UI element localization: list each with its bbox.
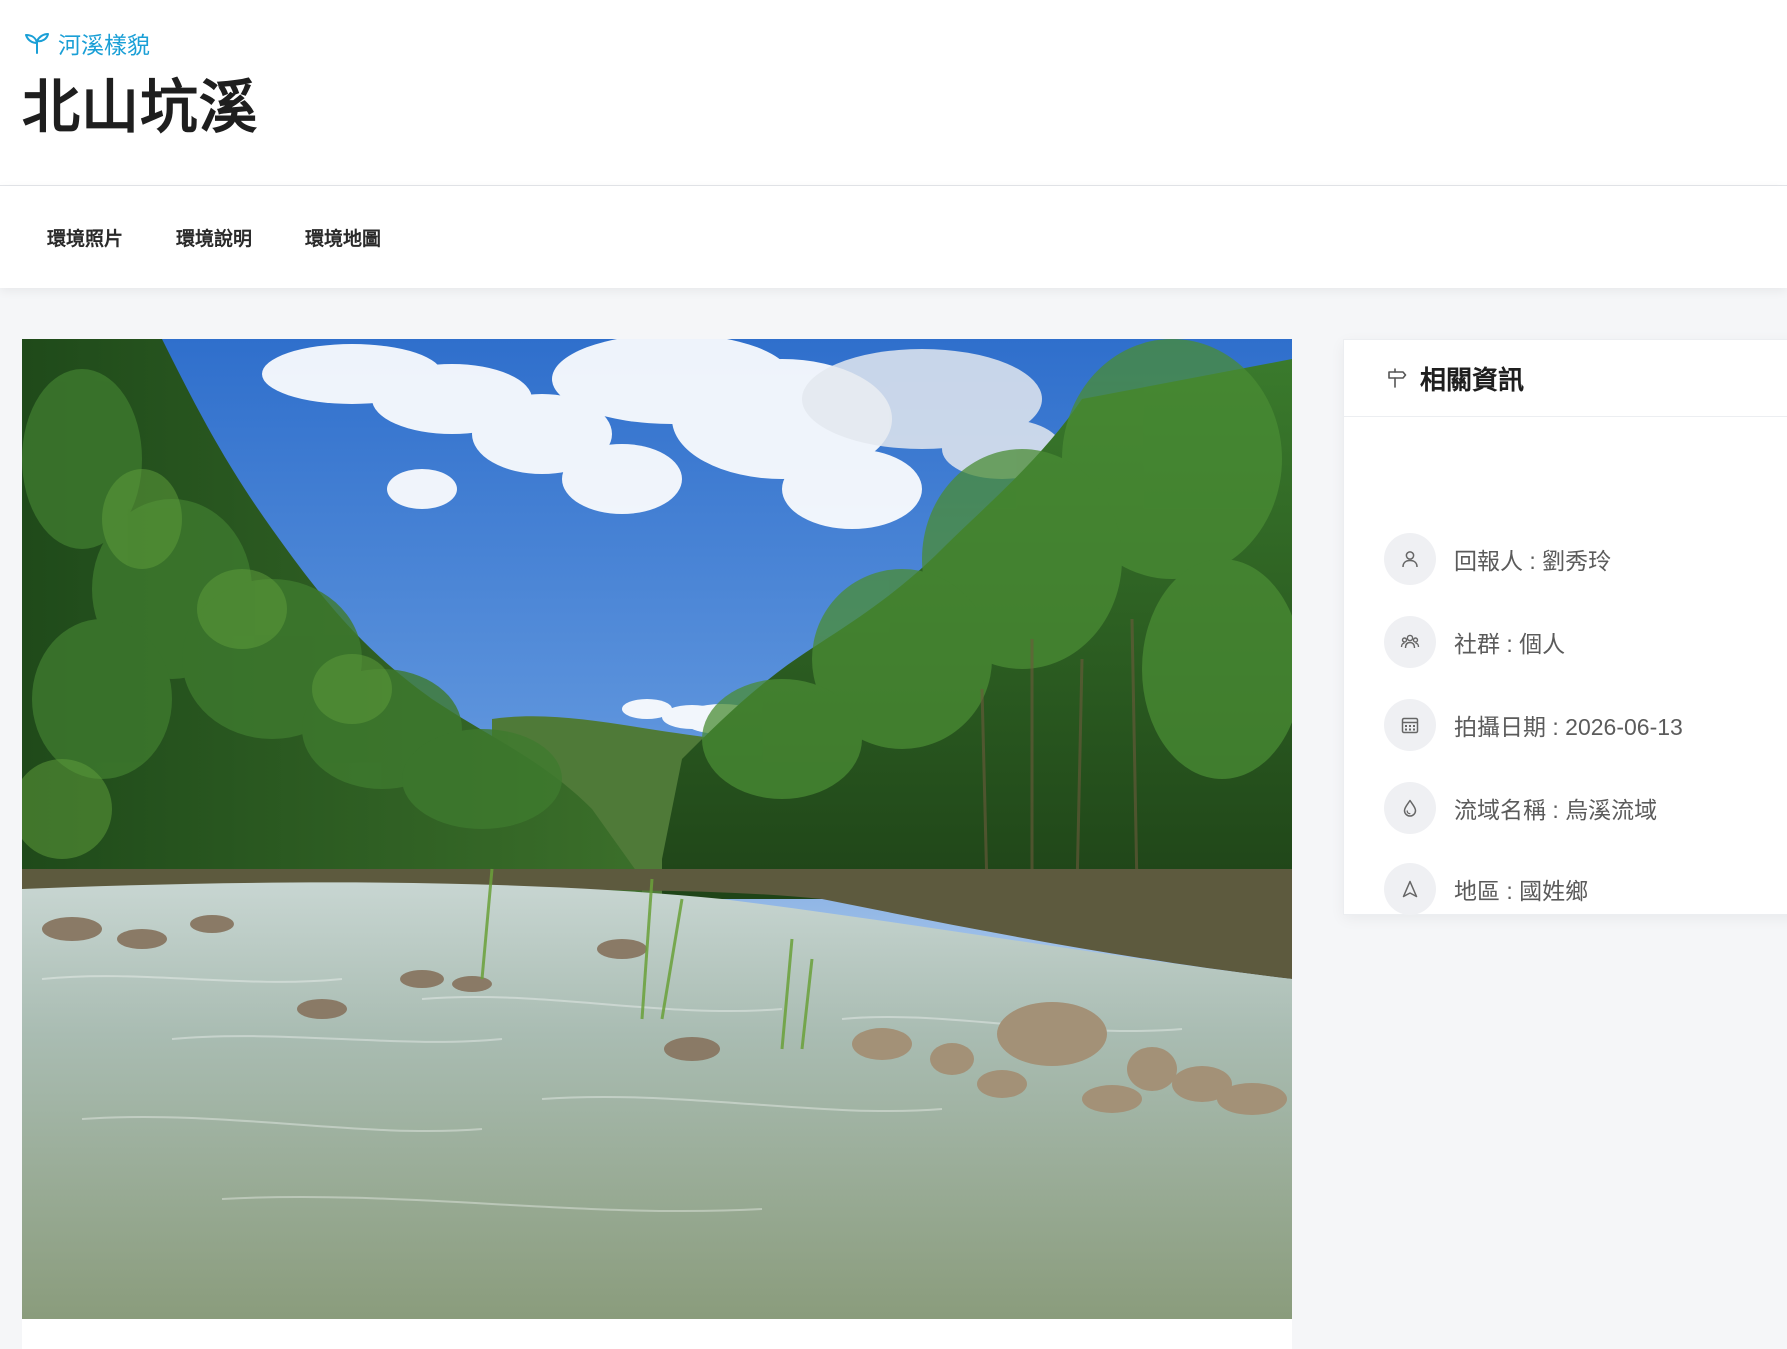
tab-environment-description[interactable]: 環境說明 <box>176 224 252 251</box>
page-title: 北山坑溪 <box>22 75 259 140</box>
photo-card <box>22 339 1292 1349</box>
group-icon <box>1400 634 1420 649</box>
navigation-icon <box>1402 880 1418 898</box>
river-plant-icon <box>25 33 49 54</box>
person-icon <box>1402 551 1418 568</box>
icon-circle <box>1384 616 1436 668</box>
related-info-title: 相關資訊 <box>1420 364 1525 395</box>
water-drop-icon <box>1403 799 1417 817</box>
tab-environment-map[interactable]: 環境地圖 <box>305 224 381 251</box>
icon-circle <box>1384 782 1436 834</box>
page-header: 河溪樣貌 北山坑溪 <box>0 0 1787 186</box>
category-label: 河溪樣貌 <box>58 32 150 58</box>
calendar-icon <box>1401 717 1419 734</box>
info-text-watershed: 流域名稱 : 烏溪流域 <box>1454 797 1658 823</box>
icon-circle <box>1384 863 1436 915</box>
signpost-icon <box>1388 368 1407 388</box>
info-text-reporter: 回報人 : 劉秀玲 <box>1454 548 1612 574</box>
icon-circle <box>1384 533 1436 585</box>
info-text-date: 拍攝日期 : 2026-06-13 <box>1454 714 1683 740</box>
category-link[interactable]: 河溪樣貌 <box>24 26 150 60</box>
info-text-region: 地區 : 國姓鄉 <box>1454 878 1589 904</box>
info-text-community: 社群 : 個人 <box>1454 631 1566 657</box>
related-info-header: 相關資訊 <box>1344 340 1787 417</box>
info-item-reporter: 回報人 : 劉秀玲 <box>1384 533 1611 585</box>
info-item-region: 地區 : 國姓鄉 <box>1384 863 1588 915</box>
info-item-watershed: 流域名稱 : 烏溪流域 <box>1384 782 1657 834</box>
icon-circle <box>1384 699 1436 751</box>
related-info-panel: 相關資訊 回報人 : 劉秀玲 社群: 個人 拍攝日期: 2026-06-13… <box>1343 339 1787 915</box>
tab-environment-photos[interactable]: 環境照片 <box>47 224 123 251</box>
tab-bar: 環境照片 環境說明 環境地圖 <box>0 186 1787 288</box>
river-landscape-photo[interactable] <box>22 339 1292 1319</box>
info-item-date: 拍攝日期 : 2026-06-13 <box>1384 699 1683 751</box>
info-item-community: 社群 : 個人 <box>1384 616 1565 668</box>
